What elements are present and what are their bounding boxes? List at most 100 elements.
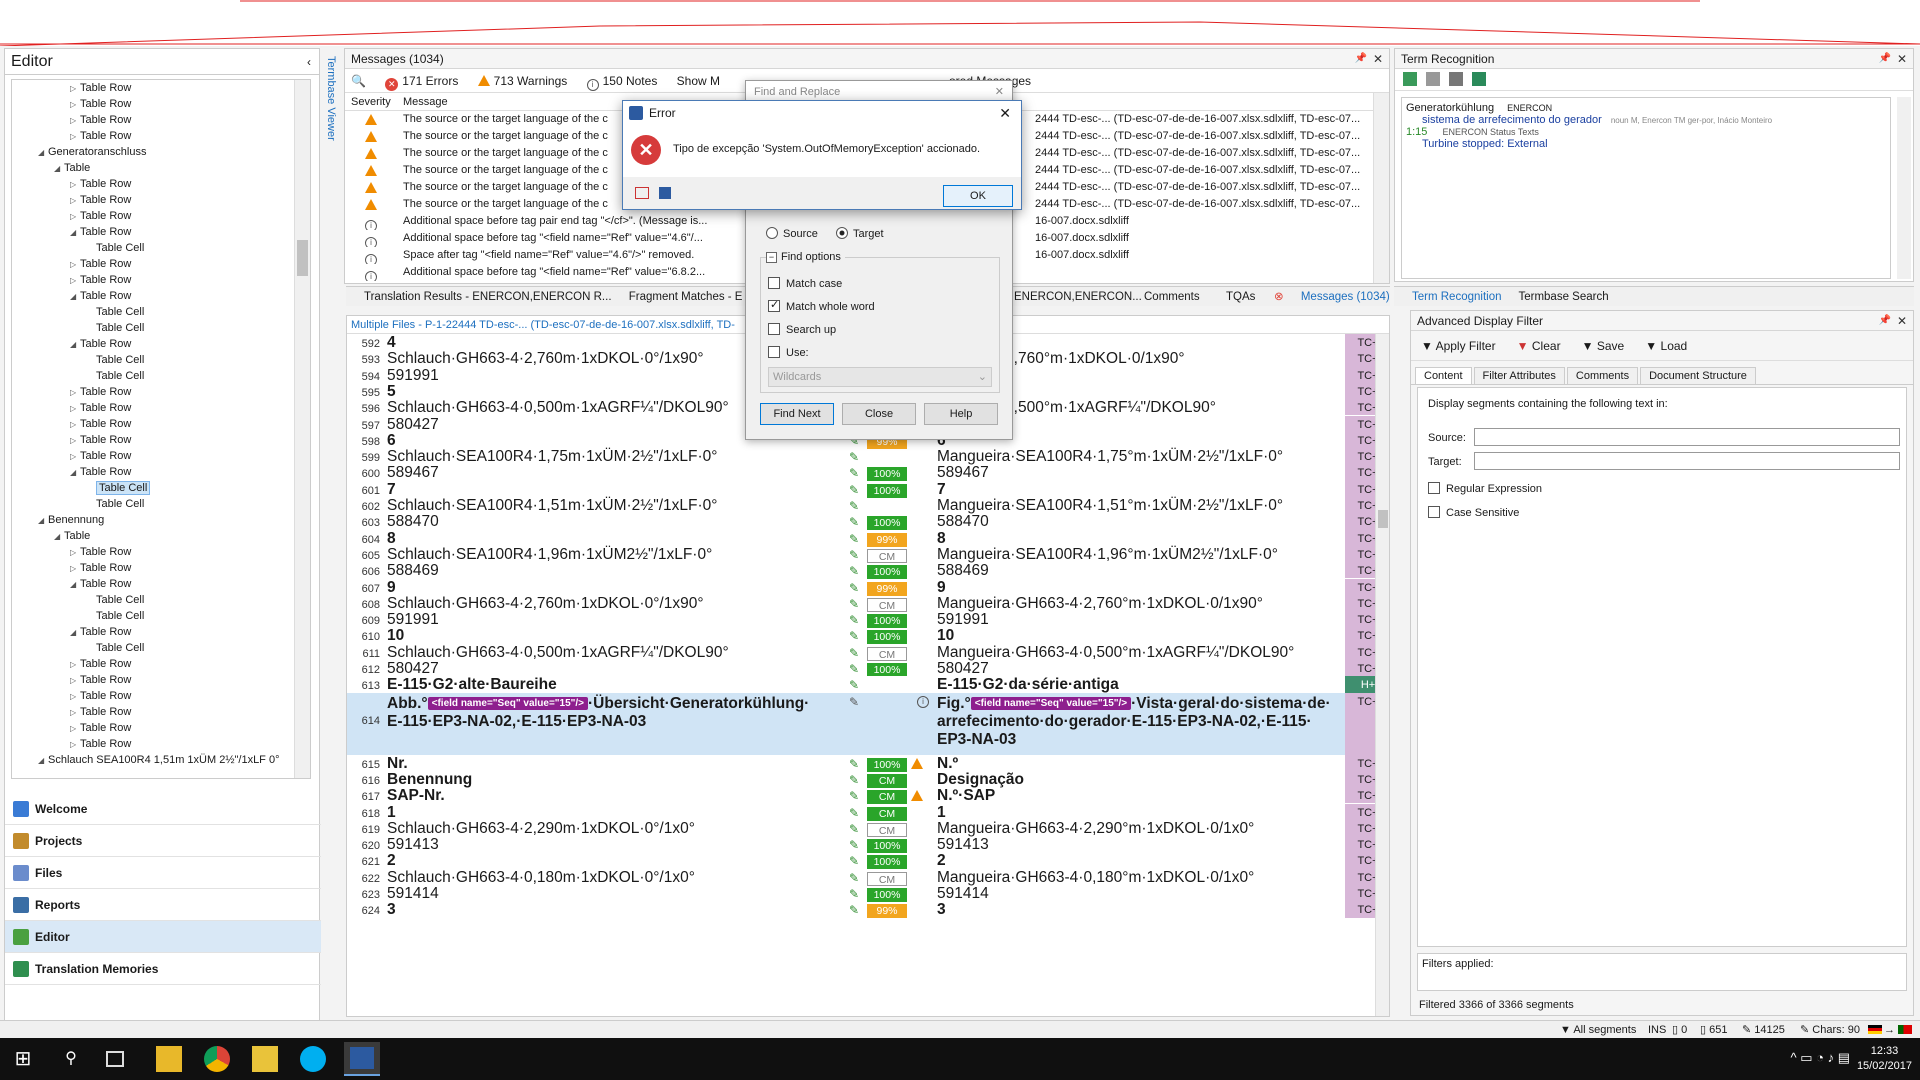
grid-scrollbar[interactable] [1375, 334, 1389, 1016]
tree-node[interactable]: ▷ Table Row [12, 704, 310, 720]
expander-icon[interactable]: ▷ [70, 657, 80, 673]
chrome-icon[interactable] [204, 1046, 230, 1072]
tree-node[interactable]: Table Cell [12, 240, 310, 256]
target-text[interactable]: 589467 [937, 464, 1347, 482]
find-options-toggle[interactable]: − Find options [766, 251, 845, 263]
tab-comments[interactable]: Comments [1144, 287, 1200, 307]
tree-node[interactable]: ◢ Generatoranschluss [12, 144, 310, 160]
target-term[interactable]: sistema de arrefecimento do gerador [1422, 114, 1602, 126]
insert-mode[interactable]: INS [1648, 1021, 1666, 1039]
source-text[interactable]: 8 [387, 530, 843, 548]
target-text[interactable]: 591991 [937, 611, 1347, 629]
segment-row[interactable]: 615 Nr. ✎ 100% N.º TC+ [347, 754, 1389, 772]
segment-row[interactable]: 606 588469 ✎ 100% 588469 TC+ [347, 562, 1389, 580]
tree-scrollbar-thumb[interactable] [297, 240, 308, 276]
expander-icon[interactable]: ▷ [70, 257, 80, 273]
clear-filter-button[interactable]: ▼ Clear [1517, 331, 1561, 361]
termbase-viewer-sidetab[interactable]: Termbase Viewer [324, 56, 338, 166]
tree-node[interactable]: ▷ Table Row [12, 96, 310, 112]
expander-icon[interactable]: ◢ [70, 465, 80, 481]
apply-filter-button[interactable]: ▼ Apply Filter [1421, 331, 1496, 361]
source-text[interactable]: 580427 [387, 660, 843, 678]
segment-row[interactable]: 602 Schlauch·SEA100R4·1,51m·1xÜM·2½"/1xLF… [347, 497, 1389, 515]
expander-icon[interactable]: ▷ [70, 737, 80, 753]
target-text[interactable]: 588470 [937, 513, 1347, 531]
tree-node[interactable]: ◢ Table Row [12, 576, 310, 592]
target-text[interactable]: Mangueira·SEA100R4·1,96°m·1xÜM2½"/1xLF·0… [937, 546, 1347, 564]
notes-filter[interactable]: i 150 Notes [586, 74, 657, 91]
source-text[interactable]: 589467 [387, 464, 843, 482]
close-icon[interactable]: ✕ [1373, 49, 1383, 69]
tree-node[interactable]: ▷ Table Row [12, 448, 310, 464]
expander-icon[interactable]: ▷ [70, 97, 80, 113]
field-tag[interactable]: <field name="Seq" value="15"/> [427, 696, 589, 710]
expander-icon[interactable]: ◢ [38, 145, 48, 161]
tree-node[interactable]: ▷ Table Row [12, 720, 310, 736]
copy-icon[interactable] [635, 187, 649, 199]
nav-files[interactable]: Files [5, 857, 321, 889]
target-text[interactable]: 1 [937, 804, 1347, 822]
target-text[interactable]: 9 [937, 579, 1347, 597]
source-text[interactable]: 588469 [387, 562, 843, 580]
source-text[interactable]: E-115·G2·alte·Baureihe [387, 676, 843, 694]
ok-button[interactable]: OK [943, 185, 1013, 207]
expander-icon[interactable]: ▷ [70, 689, 80, 705]
expander-icon[interactable]: ◢ [70, 225, 80, 241]
tree-node[interactable]: Table Cell [12, 640, 310, 656]
term-scrollbar[interactable] [1897, 97, 1911, 279]
tree-node[interactable]: Table Cell [12, 304, 310, 320]
segment-row[interactable]: 616 Benennung ✎ CM Designação TC+ [347, 770, 1389, 788]
show-messages-button[interactable]: Show M [677, 74, 720, 88]
target-text[interactable]: Mangueira·SEA100R4·1,51°m·1xÜM·2½"/1xLF·… [937, 497, 1347, 515]
tree-node[interactable]: ◢ Table Row [12, 336, 310, 352]
target-text[interactable]: Mangueira·GH663-4·2,760°m·1xDKOL·0/1x90° [937, 595, 1347, 613]
target-text[interactable]: 580427 [937, 660, 1347, 678]
expander-icon[interactable]: ▷ [70, 177, 80, 193]
system-tray-icons[interactable]: ^ ▭ ◔ ♪ ▤ [1791, 1050, 1850, 1066]
adf-tab-comments[interactable]: Comments [1566, 367, 1639, 384]
source-text[interactable]: 2 [387, 852, 843, 870]
termbase-icon[interactable] [1403, 72, 1417, 86]
match-whole-word-checkbox[interactable]: Match whole word [768, 298, 875, 313]
target-text[interactable]: 10 [937, 627, 1347, 645]
segment-row[interactable]: 599 Schlauch·SEA100R4·1,75m·1xÜM·2½"/1xLF… [347, 448, 1389, 466]
tree-node[interactable]: ◢ Benennung [12, 512, 310, 528]
expander-icon[interactable]: ▷ [70, 673, 80, 689]
source-radio[interactable]: Source [766, 227, 818, 240]
adf-tab-filter-attributes[interactable]: Filter Attributes [1473, 367, 1565, 384]
expander-icon[interactable]: ◢ [54, 529, 64, 545]
clock[interactable]: 12:33 15/02/2017 [1857, 1044, 1912, 1074]
expander-icon[interactable]: ◢ [70, 577, 80, 593]
settings-icon[interactable] [1426, 72, 1441, 86]
tree-node[interactable]: ▷ Table Row [12, 560, 310, 576]
target-text[interactable]: 3 [937, 901, 1347, 919]
adf-tab-content[interactable]: Content [1415, 367, 1472, 384]
segments-filter-status[interactable]: ▼ All segments [1560, 1021, 1636, 1039]
tab-messages[interactable]: ⊗ Messages (1034) [1274, 287, 1404, 307]
expander-icon[interactable]: ▷ [70, 721, 80, 737]
segment-row[interactable]: 601 7 ✎ 100% 7 TC+ [347, 480, 1389, 499]
source-text[interactable]: 591414 [387, 885, 843, 903]
target-text[interactable]: E-115·G2·da·série·antiga [937, 676, 1347, 694]
segment-row[interactable]: 607 9 ✎ 99% 9 TC+ [347, 578, 1389, 597]
source-text[interactable]: Schlauch·SEA100R4·1,75m·1xÜM·2½"/1xLF·0° [387, 448, 843, 466]
segment-row[interactable]: 604 8 ✎ 99% 8 TC+ [347, 529, 1389, 548]
tree-node[interactable]: ◢ Table Row [12, 464, 310, 480]
search-icon[interactable]: ⚲ [58, 1046, 84, 1072]
tree-node[interactable]: ▷ Table Row [12, 688, 310, 704]
source-text[interactable]: 588470 [387, 513, 843, 531]
use-select[interactable]: Wildcards ⌄ [768, 367, 992, 387]
expander-icon[interactable]: ▷ [70, 209, 80, 225]
tree-node[interactable]: ◢ Schlauch SEA100R4 1,51m 1xÜM 2½"/1xLF 0… [12, 752, 310, 768]
col-severity[interactable]: Severity [351, 93, 391, 111]
expander-icon[interactable]: ▷ [70, 113, 80, 129]
use-checkbox[interactable]: Use: [768, 346, 809, 359]
tab-termbase-search[interactable]: Termbase Search [1518, 291, 1608, 303]
source-text[interactable]: SAP-Nr. [387, 787, 843, 805]
segment-row-active[interactable]: 614 Abb.° <field name="Seq" value="15"/> ·Ü… [347, 692, 1389, 755]
target-text[interactable]: Fig.° <field name="Seq" value="15"/> ·Vist… [937, 695, 1347, 749]
target-text[interactable]: Mangueira·GH663-4·2,290°m·1xDKOL·0/1x0° [937, 820, 1347, 838]
warnings-filter[interactable]: 713 Warnings [477, 74, 567, 88]
target-text[interactable]: 7 [937, 481, 1347, 499]
expander-icon[interactable]: ◢ [70, 625, 80, 641]
